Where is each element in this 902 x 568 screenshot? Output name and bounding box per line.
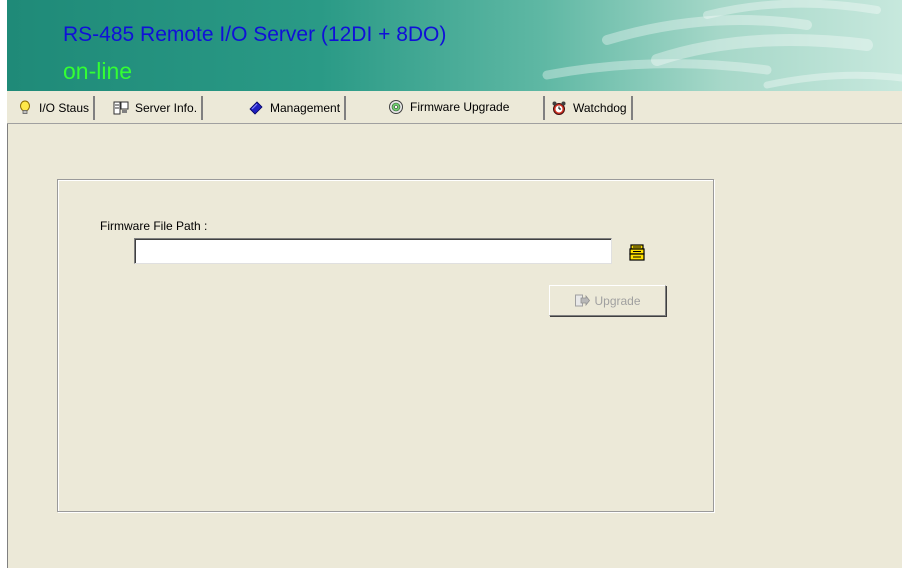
tab-server-info[interactable]: Server Info. xyxy=(113,96,204,120)
lightbulb-icon xyxy=(20,100,30,114)
tab-watchdog[interactable]: Watchdog xyxy=(543,96,633,120)
firmware-path-label: Firmware File Path : xyxy=(100,219,208,233)
device-title: RS-485 Remote I/O Server (12DI + 8DO) xyxy=(63,23,447,46)
disc-icon xyxy=(389,100,403,114)
tab-label: Watchdog xyxy=(573,101,627,115)
tab-management[interactable]: Management xyxy=(248,96,347,120)
connection-status: on-line xyxy=(63,58,133,84)
alarm-clock-icon xyxy=(552,101,566,115)
browse-folder-icon[interactable] xyxy=(627,242,647,262)
app-header: RS-485 Remote I/O Server (12DI + 8DO) on… xyxy=(7,0,902,91)
tab-firmware-upgrade[interactable]: Firmware Upgrade xyxy=(388,94,513,120)
upgrade-button-label: Upgrade xyxy=(594,293,641,308)
tab-label: Management xyxy=(270,101,341,115)
tab-label: Firmware Upgrade xyxy=(410,100,510,114)
tab-io-status[interactable]: I/O Staus xyxy=(17,96,96,120)
server-icon xyxy=(113,101,129,115)
upgrade-icon xyxy=(575,294,591,306)
management-icon xyxy=(249,101,263,115)
firmware-path-input[interactable] xyxy=(134,238,612,264)
tab-label: Server Info. xyxy=(135,101,198,115)
upgrade-button[interactable]: Upgrade xyxy=(549,285,666,316)
firmware-upgrade-panel: Firmware File Path : Upgrade xyxy=(7,124,902,568)
tab-label: I/O Staus xyxy=(39,101,90,115)
tab-bar: I/O Staus Server Info. Management Firmwa… xyxy=(7,91,902,124)
